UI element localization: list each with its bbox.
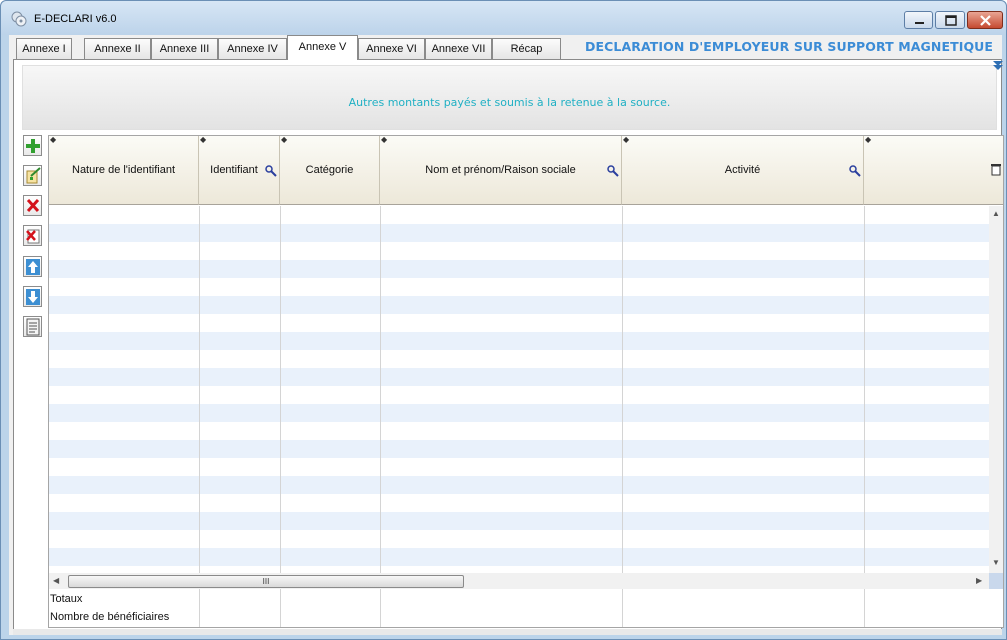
table-row[interactable] bbox=[49, 314, 989, 332]
column-divider bbox=[622, 206, 623, 627]
report-icon bbox=[26, 318, 40, 336]
beneficiaries-label: Nombre de bénéficiaires bbox=[50, 611, 170, 623]
column-header-nature[interactable]: ◆ Nature de l'identifiant bbox=[49, 136, 199, 205]
arrow-down-icon bbox=[26, 289, 40, 305]
table-row[interactable] bbox=[49, 512, 989, 530]
search-icon[interactable] bbox=[607, 165, 619, 177]
table-row[interactable] bbox=[49, 368, 989, 386]
title-bar[interactable]: E-DECLARI v6.0 bbox=[1, 1, 1006, 35]
delete-document-icon bbox=[26, 229, 40, 244]
column-header-extra[interactable]: ◆ bbox=[864, 136, 1003, 205]
table-row[interactable] bbox=[49, 260, 989, 278]
tab-annexe-vi[interactable]: Annexe VI bbox=[358, 38, 425, 60]
table-row[interactable] bbox=[49, 386, 989, 404]
app-icon bbox=[11, 11, 27, 27]
app-window: E-DECLARI v6.0 Annexe I Annexe II Annexe… bbox=[0, 0, 1007, 640]
delete-all-button[interactable] bbox=[23, 225, 42, 246]
column-header-activite[interactable]: ◆ Activité bbox=[622, 136, 864, 205]
tab-annexe-i[interactable]: Annexe I bbox=[16, 38, 72, 60]
column-header-identifiant[interactable]: ◆ Identifiant bbox=[199, 136, 280, 205]
table-row[interactable] bbox=[49, 242, 989, 260]
delete-icon bbox=[26, 198, 40, 213]
column-divider bbox=[199, 206, 200, 627]
table-row[interactable] bbox=[49, 332, 989, 350]
column-label: Activité bbox=[724, 164, 761, 176]
table-row[interactable] bbox=[49, 566, 989, 573]
scroll-right-arrow-icon[interactable]: ▶ bbox=[976, 576, 982, 585]
arrow-up-icon bbox=[26, 259, 40, 275]
close-icon bbox=[980, 15, 991, 26]
table-row[interactable] bbox=[49, 296, 989, 314]
client-area: Annexe I Annexe II Annexe III Annexe IV … bbox=[9, 35, 1004, 635]
sort-icon[interactable]: ◆ bbox=[200, 136, 206, 144]
tab-page: Autres montants payés et soumis à la ret… bbox=[13, 60, 1004, 635]
totals-label: Totaux bbox=[50, 593, 83, 605]
search-icon[interactable] bbox=[849, 165, 861, 177]
sort-icon[interactable]: ◆ bbox=[381, 136, 387, 144]
column-divider bbox=[380, 206, 381, 627]
column-header-nom[interactable]: ◆ Nom et prénom/Raison sociale bbox=[380, 136, 622, 205]
scroll-up-arrow-icon[interactable]: ▲ bbox=[992, 209, 1000, 218]
tab-annexe-iv[interactable]: Annexe IV bbox=[218, 38, 287, 60]
delete-row-button[interactable] bbox=[23, 195, 42, 216]
scroll-left-arrow-icon[interactable]: ◀ bbox=[53, 576, 59, 585]
tab-annexe-iii[interactable]: Annexe III bbox=[151, 38, 218, 60]
scroll-down-arrow-icon[interactable]: ▼ bbox=[992, 558, 1000, 567]
minimize-icon bbox=[915, 22, 924, 24]
table-row[interactable] bbox=[49, 422, 989, 440]
sort-icon[interactable]: ◆ bbox=[50, 136, 56, 144]
restore-icon bbox=[945, 15, 957, 26]
sort-icon[interactable]: ◆ bbox=[623, 136, 629, 144]
column-label: Nom et prénom/Raison sociale bbox=[425, 164, 576, 176]
column-label: Identifiant bbox=[210, 164, 258, 176]
column-header-categorie[interactable]: ◆ Catégorie bbox=[280, 136, 380, 205]
move-up-button[interactable] bbox=[23, 256, 42, 277]
sort-icon[interactable]: ◆ bbox=[281, 136, 287, 144]
table-row[interactable] bbox=[49, 206, 989, 224]
scroll-corner bbox=[989, 573, 1003, 589]
tab-annexe-v[interactable]: Annexe V bbox=[287, 35, 358, 60]
horizontal-scrollbar[interactable]: ◀ III ▶ bbox=[49, 573, 989, 589]
edit-icon bbox=[26, 167, 41, 184]
tab-recap[interactable]: Récap bbox=[492, 38, 561, 60]
plus-icon bbox=[26, 139, 40, 153]
minimize-button[interactable] bbox=[904, 11, 933, 29]
column-label: Catégorie bbox=[305, 164, 354, 176]
table-row[interactable] bbox=[49, 404, 989, 422]
window-title: E-DECLARI v6.0 bbox=[34, 13, 117, 25]
status-bar bbox=[13, 629, 1002, 635]
table-row[interactable] bbox=[49, 548, 989, 566]
column-chooser-icon[interactable] bbox=[991, 164, 1001, 176]
tab-annexe-vii[interactable]: Annexe VII bbox=[425, 38, 492, 60]
move-down-button[interactable] bbox=[23, 286, 42, 307]
close-button[interactable] bbox=[967, 11, 1003, 29]
report-button[interactable] bbox=[23, 316, 42, 337]
data-grid[interactable]: ◆ Nature de l'identifiant ◆ Identifiant … bbox=[48, 135, 1004, 628]
table-row[interactable] bbox=[49, 224, 989, 242]
table-row[interactable] bbox=[49, 476, 989, 494]
info-text: Autres montants payés et soumis à la ret… bbox=[348, 96, 671, 109]
table-row[interactable] bbox=[49, 350, 989, 368]
collapse-chevron-icon[interactable] bbox=[992, 60, 1004, 72]
table-row[interactable] bbox=[49, 458, 989, 476]
table-row[interactable] bbox=[49, 494, 989, 512]
header-panel: Autres montants payés et soumis à la ret… bbox=[22, 65, 997, 130]
table-row[interactable] bbox=[49, 440, 989, 458]
grid-rows[interactable] bbox=[49, 206, 989, 573]
scrollbar-thumb[interactable]: III bbox=[68, 575, 464, 588]
vertical-scrollbar[interactable]: ▲ ▼ bbox=[989, 206, 1003, 573]
column-divider bbox=[864, 206, 865, 627]
sort-icon[interactable]: ◆ bbox=[865, 136, 871, 144]
tab-annexe-ii[interactable]: Annexe II bbox=[84, 38, 151, 60]
edit-row-button[interactable] bbox=[23, 165, 42, 186]
maximize-button[interactable] bbox=[935, 11, 965, 29]
banner-title: DECLARATION D'EMPLOYEUR SUR SUPPORT MAGN… bbox=[585, 39, 994, 54]
column-label: Nature de l'identifiant bbox=[72, 164, 175, 176]
column-divider bbox=[280, 206, 281, 627]
table-row[interactable] bbox=[49, 278, 989, 296]
add-row-button[interactable] bbox=[23, 135, 42, 156]
table-row[interactable] bbox=[49, 530, 989, 548]
search-icon[interactable] bbox=[265, 165, 277, 177]
